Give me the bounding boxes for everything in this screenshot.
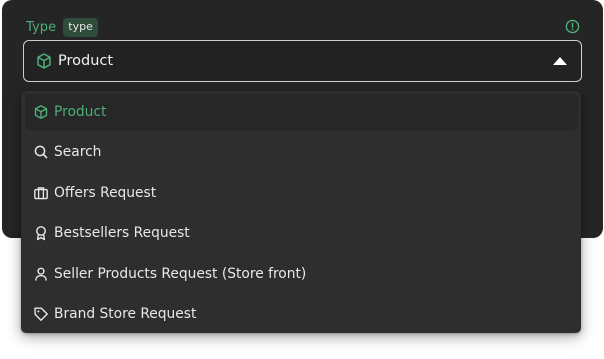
field-label-row: Type type: [26, 17, 98, 37]
type-badge: type: [63, 17, 98, 37]
caret-up-icon[interactable]: [553, 57, 567, 65]
select-value: Product: [58, 53, 114, 69]
option-search[interactable]: Search: [25, 134, 578, 170]
option-label: Brand Store Request: [54, 306, 197, 322]
info-circle-icon[interactable]: [565, 19, 580, 34]
option-label: Offers Request: [54, 185, 157, 201]
cube-icon: [35, 52, 53, 70]
option-label: Bestsellers Request: [54, 225, 190, 241]
type-dropdown-menu: Product Search Offers Request Bestseller…: [21, 91, 581, 333]
search-icon: [33, 144, 49, 160]
option-bestsellers-request[interactable]: Bestsellers Request: [25, 215, 578, 251]
cube-icon: [33, 104, 49, 120]
briefcase-icon: [33, 185, 49, 201]
option-brand-store-request[interactable]: Brand Store Request: [25, 296, 578, 332]
type-select[interactable]: Product: [23, 40, 582, 82]
award-ribbon-icon: [33, 225, 49, 241]
option-product[interactable]: Product: [25, 94, 578, 130]
field-label: Type: [26, 19, 57, 35]
option-seller-products-request[interactable]: Seller Products Request (Store front): [25, 256, 578, 292]
option-label: Search: [54, 144, 102, 160]
option-offers-request[interactable]: Offers Request: [25, 175, 578, 211]
option-label: Seller Products Request (Store front): [54, 266, 307, 282]
option-label: Product: [54, 104, 107, 120]
tag-icon: [33, 306, 49, 322]
user-icon: [33, 266, 49, 282]
